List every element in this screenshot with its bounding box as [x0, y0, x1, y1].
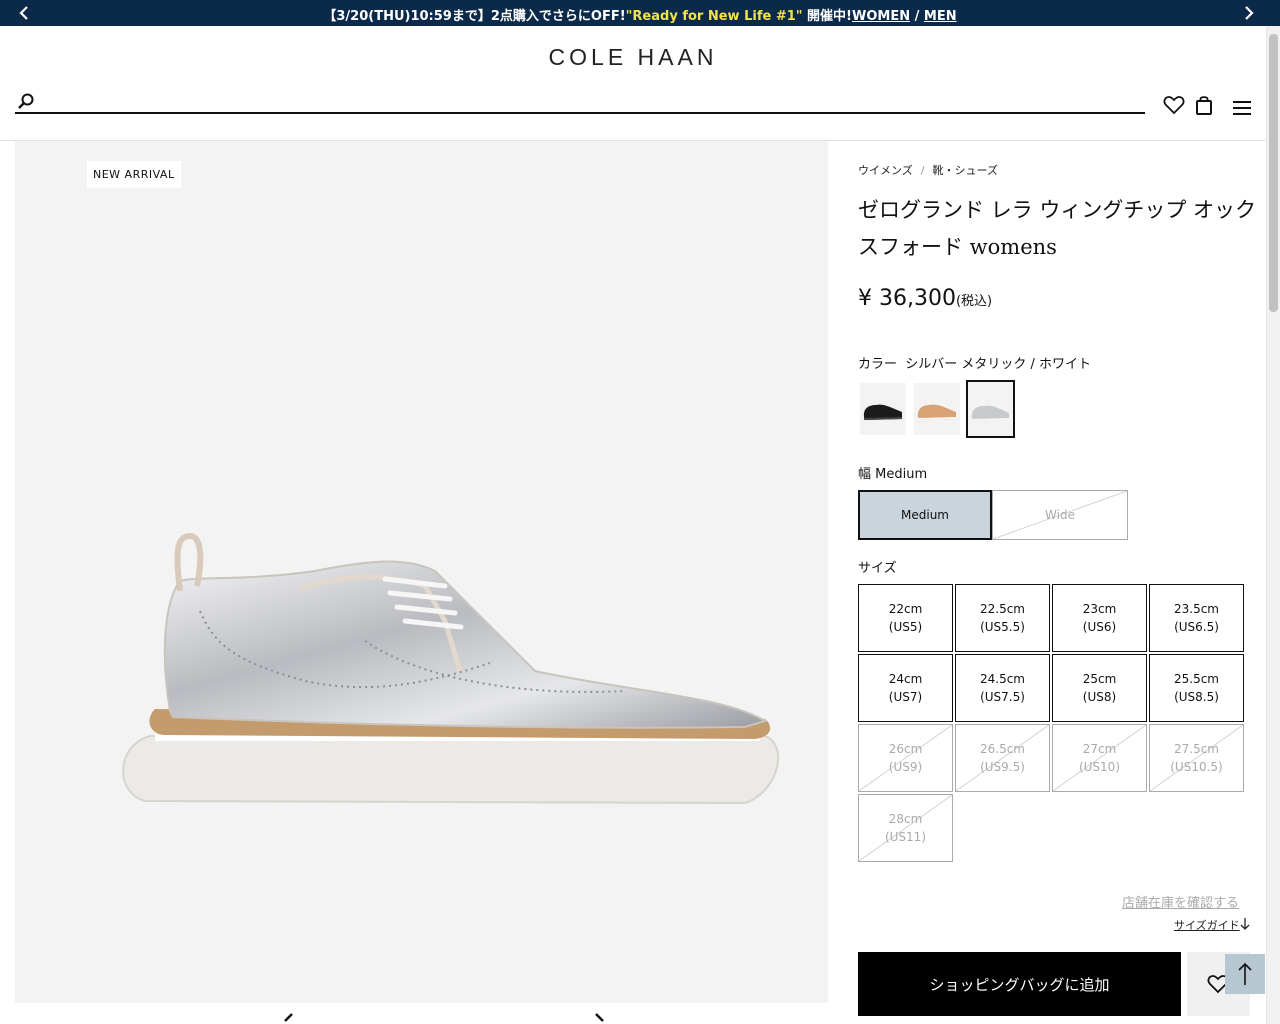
size-us: (US10)	[1078, 760, 1121, 774]
size-option[interactable]: 26.5cm (US9.5)	[955, 724, 1050, 792]
size-jp: 26.5cm	[979, 742, 1025, 756]
promo-text: 【3/20(THU)10:59まで】2点購入でさらにOFF!"Ready for…	[323, 9, 957, 24]
size-jp: 24cm	[888, 672, 923, 686]
size-us: (US5.5)	[980, 620, 1025, 634]
size-us: (US9)	[888, 760, 923, 774]
size-us: (US9.5)	[980, 760, 1025, 774]
size-jp: 23cm	[1082, 602, 1117, 616]
breadcrumb-shoes[interactable]: 靴・シューズ	[933, 164, 998, 177]
size-option[interactable]: 25cm (US8)	[1052, 654, 1147, 722]
store-stock-link[interactable]: 店舗在庫を確認する	[1122, 892, 1239, 911]
tax-note: (税込)	[955, 294, 993, 309]
size-jp: 26cm	[888, 742, 923, 756]
size-us: (US8.5)	[1174, 690, 1219, 704]
size-option[interactable]: 24cm (US7)	[858, 654, 953, 722]
size-jp: 23.5cm	[1173, 602, 1219, 616]
search-icon[interactable]	[17, 93, 35, 111]
size-option[interactable]: 26cm (US9)	[858, 724, 953, 792]
size-jp: 27.5cm	[1173, 742, 1219, 756]
new-arrival-badge: NEW ARRIVAL	[87, 161, 181, 188]
size-us: (US8)	[1082, 690, 1117, 704]
site-logo[interactable]: COLE HAAN	[0, 44, 1266, 71]
width-label: 幅 Medium	[858, 467, 928, 482]
breadcrumb-separator: /	[920, 164, 925, 177]
size-option[interactable]: 23.5cm (US6.5)	[1149, 584, 1244, 652]
color-swatch-silver[interactable]	[966, 380, 1015, 438]
promo-link-women[interactable]: WOMEN	[852, 9, 910, 24]
scrollbar-thumb[interactable]	[1269, 34, 1278, 312]
size-option[interactable]: 22.5cm (US5.5)	[955, 584, 1050, 652]
size-us: (US7)	[888, 690, 923, 704]
color-swatch-black[interactable]	[859, 382, 907, 436]
size-option[interactable]: 22cm (US5)	[858, 584, 953, 652]
size-jp: 22.5cm	[979, 602, 1025, 616]
product-price: ¥ 36,300(税込)	[858, 286, 992, 311]
color-swatch-tan[interactable]	[913, 382, 961, 436]
arrow-down-icon	[1240, 918, 1250, 930]
breadcrumb-women[interactable]: ウイメンズ	[858, 164, 913, 177]
gallery-prev-icon[interactable]	[280, 1012, 296, 1024]
breadcrumb: ウイメンズ / 靴・シューズ	[858, 162, 998, 178]
search-input[interactable]	[43, 92, 1133, 112]
size-guide-link[interactable]: サイズガイド	[1174, 917, 1240, 933]
scrollbar[interactable]	[1266, 26, 1280, 1024]
product-image	[122, 533, 780, 805]
gallery-next-icon[interactable]	[592, 1012, 608, 1024]
size-us: (US11)	[884, 830, 927, 844]
size-jp: 28cm	[888, 812, 923, 826]
color-label: カラー シルバー メタリック / ホワイト	[858, 357, 1092, 372]
chevron-right-icon[interactable]	[1240, 4, 1258, 22]
search-bar[interactable]	[15, 92, 1145, 114]
size-option[interactable]: 25.5cm (US8.5)	[1149, 654, 1244, 722]
width-option-medium[interactable]: Medium	[858, 490, 992, 540]
menu-icon[interactable]	[1233, 100, 1251, 116]
size-jp: 27cm	[1082, 742, 1117, 756]
size-jp: 25cm	[1082, 672, 1117, 686]
price-value: ¥ 36,300	[858, 286, 956, 311]
size-us: (US5)	[888, 620, 923, 634]
size-option[interactable]: 27cm (US10)	[1052, 724, 1147, 792]
product-title: ゼログランド レラ ウィングチップ オックスフォード womens	[858, 198, 1257, 259]
promo-link-men[interactable]: MEN	[924, 9, 957, 24]
size-us: (US7.5)	[980, 690, 1025, 704]
size-us: (US6)	[1082, 620, 1117, 634]
size-label: サイズ	[858, 561, 897, 576]
size-jp: 24.5cm	[979, 672, 1025, 686]
size-us: (US10.5)	[1170, 760, 1223, 774]
promo-highlight: "Ready for New Life #1"	[625, 9, 803, 24]
size-us: (US6.5)	[1174, 620, 1219, 634]
size-jp: 25.5cm	[1173, 672, 1219, 686]
arrow-up-icon	[1238, 962, 1252, 985]
back-to-top-button[interactable]	[1225, 954, 1265, 994]
size-option[interactable]: 28cm (US11)	[858, 794, 953, 862]
size-option[interactable]: 24.5cm (US7.5)	[955, 654, 1050, 722]
promo-bar: 【3/20(THU)10:59まで】2点購入でさらにOFF!"Ready for…	[0, 0, 1280, 26]
heart-icon[interactable]	[1163, 94, 1185, 116]
color-value: シルバー メタリック / ホワイト	[905, 357, 1092, 372]
size-option[interactable]: 27.5cm (US10.5)	[1149, 724, 1244, 792]
product-gallery[interactable]: NEW ARRIVAL	[15, 141, 828, 1003]
size-option[interactable]: 23cm (US6)	[1052, 584, 1147, 652]
width-value: Medium	[875, 467, 928, 482]
shopping-bag-icon[interactable]	[1195, 94, 1213, 116]
add-to-bag-button[interactable]: ショッピングバッグに追加	[858, 952, 1181, 1016]
width-option-wide[interactable]: Wide	[992, 490, 1128, 540]
size-jp: 22cm	[888, 602, 923, 616]
